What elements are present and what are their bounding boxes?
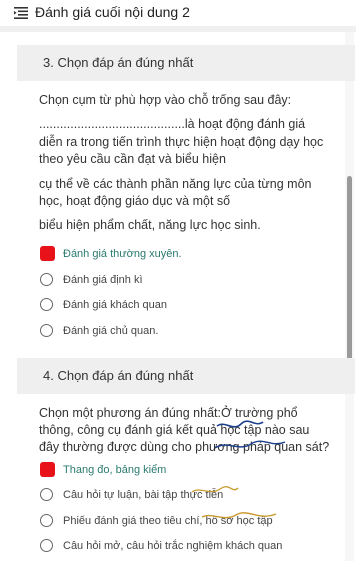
question-4-option[interactable]: Câu hỏi mở, câu hỏi trắc nghiệm khách qu… <box>40 539 340 555</box>
question-3-prompt-line: theo yêu cầu cần đạt và biểu hiện <box>39 152 226 166</box>
top-bar: Đánh giá cuối nội dung 2 <box>0 0 356 26</box>
option-label: Đánh giá định kì <box>63 274 143 286</box>
question-3-prompt-line: diễn ra trong tiến trình thực hiện hoạt … <box>39 135 324 149</box>
scribble-mark <box>191 486 239 493</box>
question-3-prompt-line: ........................................… <box>39 117 306 131</box>
question-3-prompt-line: cụ thể về các thành phần năng lực của từ… <box>39 177 312 191</box>
question-3-option[interactable]: Đánh giá định kì <box>40 273 340 289</box>
scribble-mark <box>215 420 286 449</box>
option-label: Thang đo, bảng kiểm <box>63 464 167 476</box>
option-selected-marker[interactable] <box>40 462 55 477</box>
question-3-prompt-line: biểu hiện phẩm chất, năng lực học sinh. <box>39 218 261 232</box>
list-menu-icon[interactable] <box>14 7 28 19</box>
option-label: Đánh giá chủ quan. <box>63 325 159 337</box>
question-3-prompt-line: Chọn cụm từ phù hợp vào chỗ trống sau đâ… <box>39 93 292 107</box>
question-3-prompt-line: học, hoạt động giáo dục và một số <box>39 194 231 208</box>
question-4-heading: 4. Chọn đáp án đúng nhất <box>43 368 194 383</box>
scribble-mark <box>201 512 277 519</box>
radio-button[interactable] <box>40 273 53 286</box>
question-3-option[interactable]: Đánh giá khách quan <box>40 298 340 314</box>
question-3-option[interactable]: Đánh giá chủ quan. <box>40 324 340 340</box>
question-3-header: 3. Chọn đáp án đúng nhất <box>17 45 355 81</box>
question-4-option[interactable]: Phiếu đánh giá theo tiêu chí, hồ sơ học … <box>40 514 340 530</box>
radio-button[interactable] <box>40 324 53 337</box>
radio-button[interactable] <box>40 488 53 501</box>
question-4-header: 4. Chọn đáp án đúng nhất <box>17 358 355 394</box>
option-label: Đánh giá khách quan <box>63 299 167 311</box>
option-label: Đánh giá thường xuyên. <box>63 248 182 260</box>
question-3-heading: 3. Chọn đáp án đúng nhất <box>43 55 194 70</box>
option-label: Câu hỏi mở, câu hỏi trắc nghiệm khách qu… <box>63 540 283 552</box>
header-divider <box>0 26 356 32</box>
option-selected-marker[interactable] <box>40 246 55 261</box>
page-title: Đánh giá cuối nội dung 2 <box>35 4 190 20</box>
radio-button[interactable] <box>40 298 53 311</box>
question-4-option[interactable]: Thang đo, bảng kiểm <box>40 462 340 479</box>
question-3-option[interactable]: Đánh giá thường xuyên. <box>40 246 340 263</box>
radio-button[interactable] <box>40 514 53 527</box>
radio-button[interactable] <box>40 539 53 552</box>
